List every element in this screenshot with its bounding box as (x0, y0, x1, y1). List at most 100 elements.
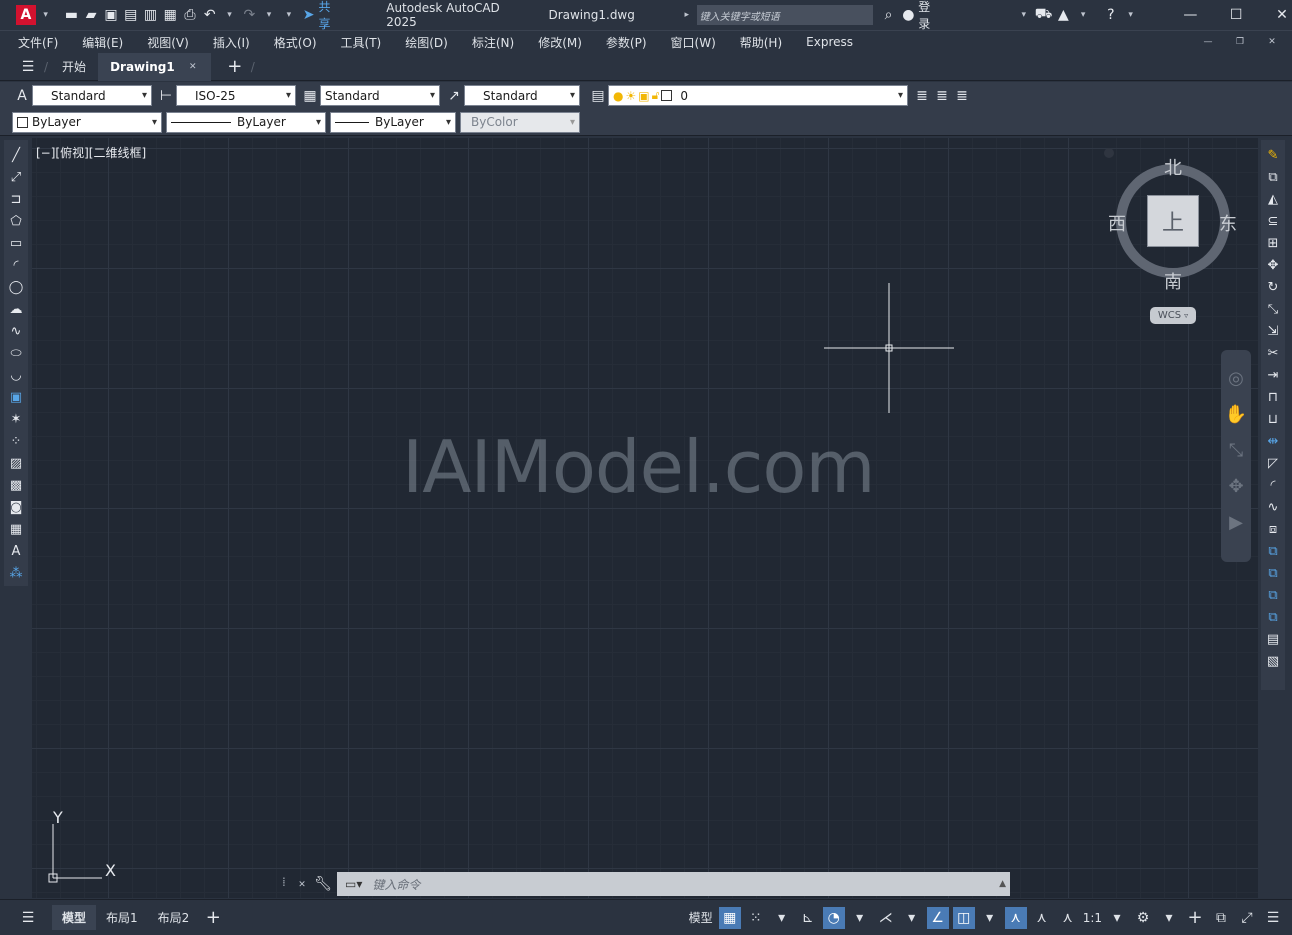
menu-dimension[interactable]: 标注(N) (460, 34, 526, 51)
autocad-logo-icon[interactable]: A (16, 5, 36, 25)
tab-layout2[interactable]: 布局2 (148, 905, 200, 930)
app-menu-chevron-icon[interactable]: ▾ (36, 5, 56, 25)
move-icon[interactable]: ✥ (1263, 255, 1283, 275)
help-chevron-icon[interactable]: ▾ (1121, 5, 1141, 25)
minimize-icon[interactable]: — (1181, 5, 1201, 25)
layer-previous-icon[interactable]: ≣ (932, 86, 952, 106)
orbit-icon[interactable]: ✥ (1226, 476, 1246, 497)
share-button[interactable]: 共享 (318, 0, 342, 32)
compass-east[interactable]: 东 (1219, 210, 1237, 236)
tab-layout1[interactable]: 布局1 (96, 905, 148, 930)
close-icon[interactable]: ✕ (1272, 5, 1292, 25)
fullscreen-icon[interactable]: ⤢ (1236, 907, 1258, 929)
blend-curves-icon[interactable]: ∿ (1263, 497, 1283, 517)
plot-preview-icon[interactable]: ▦ (160, 5, 180, 25)
object-snap-chevron-icon[interactable]: ▾ (979, 907, 1001, 929)
search-icon[interactable]: ⌕ (879, 5, 899, 25)
wcs-menu-button[interactable]: WCS ▿ (1150, 307, 1196, 324)
fillet-icon[interactable]: ◜ (1263, 475, 1283, 495)
publish-icon[interactable]: ▥ (141, 5, 161, 25)
viewcube-top-face[interactable]: 上 (1147, 195, 1199, 247)
new-layout-plus-icon[interactable]: + (203, 907, 223, 928)
text-to-front-icon[interactable]: ▤ (1263, 629, 1283, 649)
snap-icon[interactable]: ⁙ (745, 907, 767, 929)
new-tab-plus-icon[interactable]: + (225, 56, 245, 77)
layout-menu-icon[interactable]: ☰ (18, 908, 38, 928)
signin-button[interactable]: 登录 (918, 0, 942, 32)
annotation-monitor-plus-icon[interactable]: + (1184, 907, 1206, 929)
region-icon[interactable]: ◙ (6, 497, 26, 517)
rotate-icon[interactable]: ↻ (1263, 277, 1283, 297)
menu-draw[interactable]: 绘图(D) (393, 34, 460, 51)
text-style-icon[interactable]: A (12, 86, 32, 106)
stretch-icon[interactable]: ⇲ (1263, 321, 1283, 341)
doc-restore-icon[interactable]: ❐ (1230, 32, 1250, 52)
draworder-back-icon[interactable]: ⧉ (1263, 563, 1283, 583)
table-icon[interactable]: ▦ (6, 519, 26, 539)
polar-chevron-icon[interactable]: ▾ (849, 907, 871, 929)
command-line-handle[interactable]: ⁞ (282, 875, 286, 889)
table-style-icon[interactable]: ▦ (300, 86, 320, 106)
autodesk-app-chevron-icon[interactable]: ▾ (1073, 5, 1093, 25)
layer-on-icon[interactable]: ● (613, 89, 623, 103)
menu-edit[interactable]: 编辑(E) (70, 34, 135, 51)
compass-north[interactable]: 北 (1164, 154, 1182, 180)
redo-icon[interactable]: ↷ (239, 5, 259, 25)
undo-icon[interactable]: ↶ (200, 5, 220, 25)
command-input[interactable]: ▭▾ 键入命令 ▲ (337, 872, 1010, 896)
point-icon[interactable]: ⁘ (6, 431, 26, 451)
multiline-text-icon[interactable]: A (6, 541, 26, 561)
layer-properties-icon[interactable]: ▤ (588, 86, 608, 106)
compass-west[interactable]: 西 (1108, 210, 1126, 236)
tab-model[interactable]: 模型 (52, 905, 97, 930)
make-current-layer-icon[interactable]: ≣ (912, 86, 932, 106)
model-space-button[interactable]: 模型 (689, 909, 713, 926)
menu-file[interactable]: 文件(F) (6, 34, 70, 51)
menu-window[interactable]: 窗口(W) (659, 34, 728, 51)
workspace-chevron-icon[interactable]: ▾ (1158, 907, 1180, 929)
customization-menu-icon[interactable]: ☰ (1262, 907, 1284, 929)
redo-chevron-icon[interactable]: ▾ (259, 5, 279, 25)
workspace-gear-icon[interactable]: ⚙ (1132, 907, 1154, 929)
dim-style-combo[interactable]: ISO-25 ▾ (176, 85, 296, 106)
autodesk-app-icon[interactable]: ▲ (1053, 5, 1073, 25)
menu-view[interactable]: 视图(V) (135, 34, 201, 51)
draworder-above-icon[interactable]: ⧉ (1263, 585, 1283, 605)
text-style-combo[interactable]: Standard ▾ (32, 85, 152, 106)
grid-icon[interactable]: ▦ (718, 906, 741, 929)
gradient-icon[interactable]: ▩ (6, 475, 26, 495)
help-icon[interactable]: ? (1101, 5, 1121, 25)
doc-close-icon[interactable]: ✕ (1262, 32, 1282, 52)
menu-format[interactable]: 格式(O) (262, 34, 329, 51)
array-icon[interactable]: ⊞ (1263, 233, 1283, 253)
hatch-icon[interactable]: ▨ (6, 453, 26, 473)
menu-parametric[interactable]: 参数(P) (594, 34, 659, 51)
table-style-combo[interactable]: Standard ▾ (320, 85, 440, 106)
polar-tracking-icon[interactable]: ◔ (822, 906, 845, 929)
new-file-icon[interactable]: ▬ (62, 5, 82, 25)
viewcube[interactable]: 北 南 东 西 上 (1104, 148, 1237, 293)
undo-chevron-icon[interactable]: ▾ (220, 5, 240, 25)
insert-block-icon[interactable]: ▣ (6, 387, 26, 407)
scale-chevron-icon[interactable]: ▾ (1106, 907, 1128, 929)
isolate-objects-icon[interactable]: ⧉ (1210, 907, 1232, 929)
auto-scale-icon[interactable]: ⋏ (1031, 907, 1053, 929)
offset-icon[interactable]: ⊆ (1263, 211, 1283, 231)
ellipse-arc-icon[interactable]: ◡ (6, 365, 26, 385)
ellipse-icon[interactable]: ⬭ (6, 343, 26, 363)
menu-insert[interactable]: 插入(I) (201, 34, 262, 51)
command-customize-icon[interactable]: 🔧︎ (313, 874, 333, 894)
menu-tools[interactable]: 工具(T) (329, 34, 394, 51)
pan-hand-icon[interactable]: ✋ (1225, 404, 1247, 425)
isodraft-chevron-icon[interactable]: ▾ (901, 907, 923, 929)
tab-close-icon[interactable]: ✕ (183, 57, 203, 77)
layer-states-icon[interactable]: ≣ (952, 86, 972, 106)
mleader-style-combo[interactable]: Standard ▾ (464, 85, 580, 106)
isodraft-icon[interactable]: ⋌ (875, 907, 897, 929)
dim-style-icon[interactable]: ⊢ (156, 86, 176, 106)
rectangle-icon[interactable]: ▭ (6, 233, 26, 253)
chamfer-icon[interactable]: ◸ (1263, 453, 1283, 473)
object-snap-icon[interactable]: ◫ (952, 906, 975, 929)
mleader-style-icon[interactable]: ↗ (444, 86, 464, 106)
user-icon[interactable]: ● (898, 5, 918, 25)
